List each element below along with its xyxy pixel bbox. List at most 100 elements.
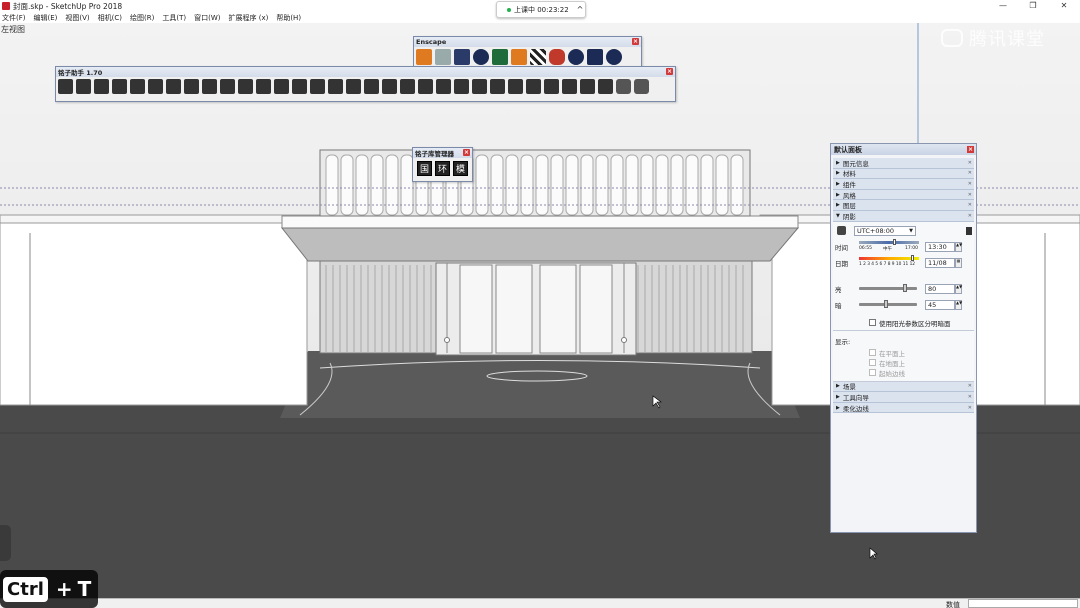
from-edges-checkbox[interactable] xyxy=(869,369,876,377)
tree-icon[interactable] xyxy=(492,49,508,65)
tray-section-soften-edges[interactable]: ▶ 柔化边线 ✕ xyxy=(833,402,974,414)
tray-section-instructor[interactable]: ▶ 工具向导 ✕ xyxy=(833,392,974,403)
enscape-toolbar[interactable]: Enscape × xyxy=(413,36,642,68)
zhizi-tool-icon[interactable] xyxy=(490,79,505,94)
zhizi-tool-icon[interactable] xyxy=(634,79,649,94)
light-slider-thumb[interactable] xyxy=(903,284,907,293)
menu-file[interactable]: 文件(F) xyxy=(2,13,26,23)
minimize-button[interactable]: — xyxy=(989,0,1017,12)
plus-icon[interactable] xyxy=(473,49,489,65)
date-slider-thumb[interactable] xyxy=(911,254,914,261)
close-icon[interactable]: × xyxy=(632,38,639,45)
close-icon[interactable]: ✕ xyxy=(968,213,972,219)
close-icon[interactable]: × xyxy=(967,146,974,153)
zhizi-tool-icon[interactable] xyxy=(238,79,253,94)
zhizi-tool-icon[interactable] xyxy=(274,79,289,94)
date-input[interactable]: 11/08 xyxy=(925,257,955,268)
time-input[interactable]: 13:30 xyxy=(925,241,955,252)
on-ground-checkbox[interactable] xyxy=(869,359,876,367)
tray-header[interactable]: 默认面板 × xyxy=(831,144,976,155)
shadow-display-icon[interactable] xyxy=(966,226,972,235)
zhizi-tool-icon[interactable] xyxy=(94,79,109,94)
mail-icon[interactable] xyxy=(587,49,603,65)
menu-window[interactable]: 窗口(W) xyxy=(194,13,220,23)
dark-input[interactable]: 45 xyxy=(925,299,955,310)
zhizi-tool-icon[interactable] xyxy=(310,79,325,94)
layers-icon[interactable] xyxy=(454,49,470,65)
zhizi-tool-icon[interactable] xyxy=(130,79,145,94)
class-status-pill[interactable]: 上课中 00:23:22 ^ xyxy=(496,1,586,18)
library-manager-toolbar[interactable]: 铭子库管理器 × 国 环 模 xyxy=(412,147,473,182)
zhizi-helper-toolbar[interactable]: 铭子助手 1.70 × xyxy=(55,66,676,102)
close-icon[interactable]: × xyxy=(463,149,470,156)
library-guo-button[interactable]: 国 xyxy=(417,161,432,176)
zhizi-tool-icon[interactable] xyxy=(544,79,559,94)
timezone-select[interactable]: UTC+08:00 ▼ xyxy=(854,225,916,236)
zhizi-tool-icon[interactable] xyxy=(526,79,541,94)
menu-camera[interactable]: 相机(C) xyxy=(98,13,122,23)
zhizi-tool-icon[interactable] xyxy=(598,79,613,94)
zhizi-tool-icon[interactable] xyxy=(364,79,379,94)
zhizi-tool-icon[interactable] xyxy=(562,79,577,94)
time-slider[interactable]: 06:55 中午 17:00 xyxy=(859,238,919,254)
close-icon[interactable]: ✕ xyxy=(968,383,972,389)
close-icon[interactable]: × xyxy=(666,68,673,75)
zhizi-tool-icon[interactable] xyxy=(418,79,433,94)
menu-tools[interactable]: 工具(T) xyxy=(162,13,186,23)
zhizi-tool-icon[interactable] xyxy=(202,79,217,94)
close-icon[interactable]: ✕ xyxy=(968,405,972,411)
library-mo-button[interactable]: 模 xyxy=(453,161,468,176)
dark-spinner[interactable]: ▲▼ xyxy=(955,299,962,310)
chart-icon[interactable] xyxy=(511,49,527,65)
dark-slider-thumb[interactable] xyxy=(884,300,888,309)
zhizi-tool-icon[interactable] xyxy=(112,79,127,94)
zhizi-tool-icon[interactable] xyxy=(382,79,397,94)
menu-edit[interactable]: 编辑(E) xyxy=(34,13,58,23)
zhizi-tool-icon[interactable] xyxy=(148,79,163,94)
tray-section-shadows[interactable]: ▼ 阴影 ✕ xyxy=(833,210,974,222)
calendar-icon[interactable]: ▦ xyxy=(955,257,962,268)
menu-draw[interactable]: 绘图(R) xyxy=(130,13,154,23)
zhizi-tool-icon[interactable] xyxy=(400,79,415,94)
light-slider[interactable] xyxy=(859,284,917,293)
zhizi-tool-icon[interactable] xyxy=(292,79,307,94)
tray-section-styles[interactable]: ▶ 风格 ✕ xyxy=(833,189,974,201)
enscape-toolbar-header[interactable]: Enscape × xyxy=(414,37,641,47)
zhizi-tool-icon[interactable] xyxy=(220,79,235,94)
tray-section-scenes[interactable]: ▶ 场景 ✕ xyxy=(833,381,974,393)
zhizi-tool-icon[interactable] xyxy=(76,79,91,94)
tray-section-materials[interactable]: ▶ 材料 ✕ xyxy=(833,168,974,180)
time-spinner[interactable]: ▲▼ xyxy=(955,241,962,252)
cloud-icon[interactable] xyxy=(549,49,565,65)
on-faces-checkbox[interactable] xyxy=(869,349,876,357)
zhizi-tool-icon[interactable] xyxy=(508,79,523,94)
zhizi-tool-icon[interactable] xyxy=(184,79,199,94)
zhizi-tool-icon[interactable] xyxy=(256,79,271,94)
light-input[interactable]: 80 xyxy=(925,283,955,294)
zhizi-tool-icon[interactable] xyxy=(580,79,595,94)
close-icon[interactable]: ✕ xyxy=(968,192,972,198)
zhizi-toolbar-header[interactable]: 铭子助手 1.70 × xyxy=(56,67,675,77)
close-icon[interactable]: ✕ xyxy=(968,202,972,208)
menu-help[interactable]: 帮助(H) xyxy=(276,13,301,23)
zhizi-tool-icon[interactable] xyxy=(58,79,73,94)
menu-view[interactable]: 视图(V) xyxy=(65,13,89,23)
zhizi-tool-icon[interactable] xyxy=(454,79,469,94)
close-icon[interactable]: ✕ xyxy=(968,394,972,400)
restore-button[interactable]: ❐ xyxy=(1019,0,1047,12)
use-sun-checkbox[interactable] xyxy=(869,319,876,327)
refresh-icon[interactable] xyxy=(435,49,451,65)
measurements-input[interactable] xyxy=(968,599,1078,608)
enscape-start-icon[interactable] xyxy=(416,49,432,65)
light-spinner[interactable]: ▲▼ xyxy=(955,283,962,294)
library-manager-header[interactable]: 铭子库管理器 × xyxy=(413,148,472,158)
tray-section-components[interactable]: ▶ 组件 ✕ xyxy=(833,179,974,190)
close-button[interactable]: ✕ xyxy=(1050,0,1078,12)
checker-icon[interactable] xyxy=(530,49,546,65)
shadow-toggle-icon[interactable] xyxy=(837,226,846,236)
default-tray-panel[interactable]: 默认面板 × ▶ 图元信息 ✕ ▶ 材料 ✕ ▶ 组件 ✕ ▶ 风格 ✕ ▶ 图层 ✕ ▼ 阴影 ✕ U… xyxy=(830,143,977,533)
zhizi-tool-icon[interactable] xyxy=(166,79,181,94)
dark-slider[interactable] xyxy=(859,300,917,309)
zhizi-tool-icon[interactable] xyxy=(346,79,361,94)
side-panel-tab[interactable] xyxy=(0,525,11,561)
